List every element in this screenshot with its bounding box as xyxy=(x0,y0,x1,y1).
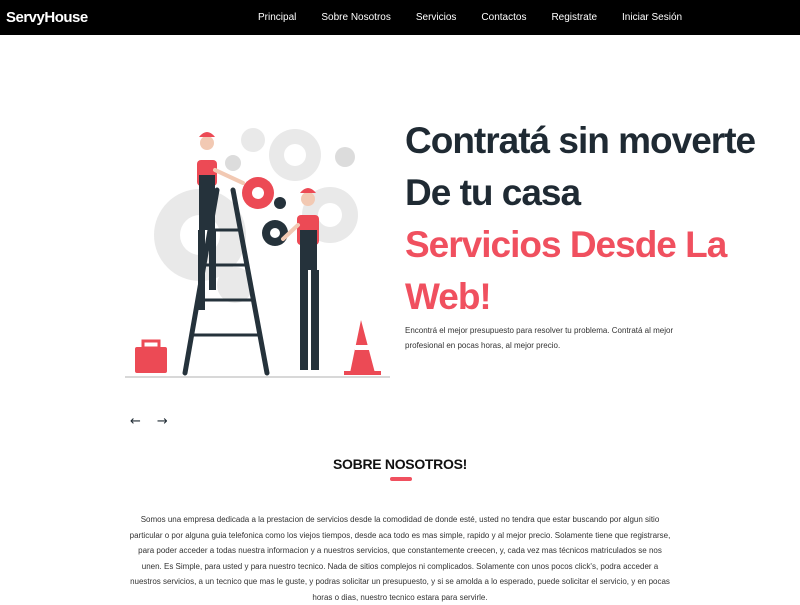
about-paragraph: Somos una empresa dedicada a la prestaci… xyxy=(129,515,671,602)
arrow-left-icon[interactable]: ← xyxy=(130,415,141,429)
about-title: SOBRE NOSOTROS! xyxy=(333,456,467,472)
nav-link-iniciar-sesion[interactable]: Iniciar Sesión xyxy=(622,12,682,23)
nav-link-registrate[interactable]: Registrate xyxy=(551,12,597,23)
about-title-underline xyxy=(390,477,412,481)
headline-accent-1: Servicios Desde La xyxy=(405,224,727,265)
nav-link-principal[interactable]: Principal xyxy=(258,12,296,23)
hero-carousel: Contratá sin moverte De tu casa Servicio… xyxy=(0,35,800,429)
headline-line-1: Contratá sin moverte xyxy=(405,120,756,161)
headline-line-2: De tu casa xyxy=(405,172,581,213)
carousel-controls: ← → xyxy=(130,415,184,429)
hero-headline: Contratá sin moverte De tu casa Servicio… xyxy=(405,115,795,323)
nav-link-servicios[interactable]: Servicios xyxy=(416,12,457,23)
nav-link-sobre-nosotros[interactable]: Sobre Nosotros xyxy=(321,12,390,23)
top-navbar: ServyHouse Principal Sobre Nosotros Serv… xyxy=(0,0,800,35)
nav-link-contactos[interactable]: Contactos xyxy=(481,12,526,23)
brand-logo[interactable]: ServyHouse xyxy=(6,9,88,26)
arrow-right-icon[interactable]: → xyxy=(157,415,168,429)
nav-links: Principal Sobre Nosotros Servicios Conta… xyxy=(258,0,707,35)
headline-accent-2: Web! xyxy=(405,276,492,317)
workers-ladder-gears-illustration xyxy=(125,128,390,378)
hero-lead-text: Encontrá el mejor presupuesto para resol… xyxy=(405,326,674,350)
